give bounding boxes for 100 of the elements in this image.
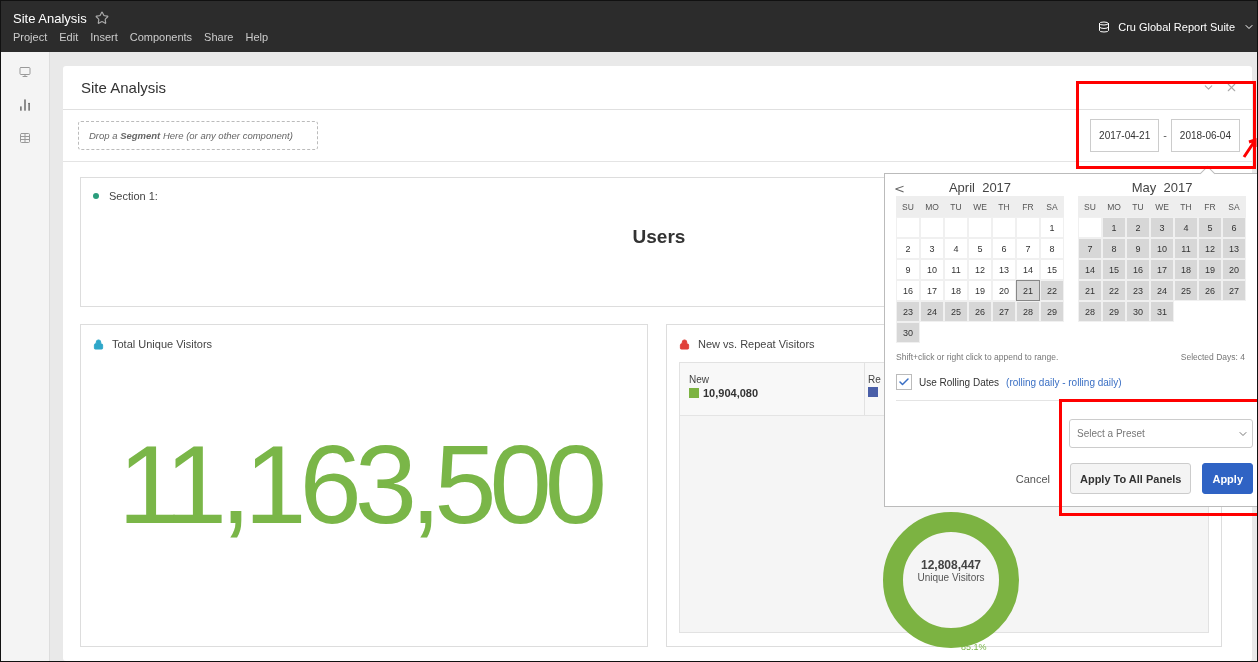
weekday-label: SA (1222, 196, 1246, 217)
calendar-day[interactable]: 26 (1198, 280, 1222, 301)
calendar-day[interactable]: 3 (1150, 217, 1174, 238)
calendar-day[interactable]: 4 (1174, 217, 1198, 238)
calendar-day[interactable]: 26 (968, 301, 992, 322)
status-dot (93, 193, 99, 199)
calendar-day[interactable]: 6 (1222, 217, 1246, 238)
calendar-day[interactable]: 22 (1040, 280, 1064, 301)
month-title: May 2017 (1131, 180, 1193, 196)
calendar-day[interactable]: 13 (1222, 238, 1246, 259)
calendar-day[interactable]: 5 (968, 238, 992, 259)
calendar-day[interactable]: 10 (920, 259, 944, 280)
calendar-day[interactable]: 3 (920, 238, 944, 259)
calendar-day[interactable]: 22 (1102, 280, 1126, 301)
calendar-day[interactable]: 8 (1102, 238, 1126, 259)
calendar-day[interactable]: 25 (944, 301, 968, 322)
panel-icon[interactable] (19, 66, 31, 78)
calendar-day[interactable]: 30 (896, 322, 920, 343)
menu-item[interactable]: Components (129, 30, 193, 43)
weekday-label: TU (1126, 196, 1150, 217)
apply-button[interactable]: Apply (1202, 463, 1253, 494)
menu-item[interactable]: Edit (59, 30, 79, 43)
calendar-day[interactable]: 1 (1040, 217, 1064, 238)
calendar-day[interactable]: 28 (1016, 301, 1040, 322)
calendar-day[interactable]: 11 (1174, 238, 1198, 259)
section-heading: Users (632, 226, 686, 248)
calendar-day[interactable]: 4 (944, 238, 968, 259)
calendar-day[interactable]: 1 (1102, 217, 1126, 238)
calendar-day[interactable]: 20 (992, 280, 1016, 301)
calendar-day[interactable]: 8 (1040, 238, 1064, 259)
weekday-label: TH (1174, 196, 1198, 217)
calendar-day[interactable]: 25 (1174, 280, 1198, 301)
calendar-day[interactable]: 7 (1016, 238, 1040, 259)
calendar-day[interactable]: 2 (1126, 217, 1150, 238)
bar-chart-icon[interactable] (18, 98, 32, 112)
calendar-day[interactable]: 12 (1198, 238, 1222, 259)
cancel-button[interactable]: Cancel (1006, 463, 1059, 494)
calendar-day[interactable]: 17 (1150, 259, 1174, 280)
calendar-day[interactable]: 23 (896, 301, 920, 322)
range-hint: Shift+click or right click to append to range. (896, 352, 1059, 362)
start-date-field[interactable]: 2017-04-21 (1090, 119, 1160, 152)
calendar-day[interactable]: 21 (1078, 280, 1102, 301)
menu-item[interactable]: Share (204, 30, 234, 43)
weekday-label: TU (944, 196, 968, 217)
calendar-day[interactable]: 24 (1150, 280, 1174, 301)
report-suite[interactable]: Cru Global Report Suite (1118, 20, 1235, 33)
calendar-day[interactable]: 12 (968, 259, 992, 280)
card-title: Total Unique Visitors (112, 338, 213, 350)
calendar-day[interactable]: 10 (1150, 238, 1174, 259)
project-title: Site Analysis (13, 10, 87, 26)
apply-all-button[interactable]: Apply To All Panels (1069, 463, 1192, 494)
calendar-day[interactable]: 18 (1174, 259, 1198, 280)
calendar-day[interactable]: 31 (1150, 301, 1174, 322)
calendar-day[interactable]: 19 (1198, 259, 1222, 280)
previous-month-button[interactable]: < (894, 182, 905, 196)
calendar-day[interactable]: 11 (944, 259, 968, 280)
calendar-day[interactable]: 5 (1198, 217, 1222, 238)
calendar-day[interactable]: 18 (944, 280, 968, 301)
calendar-day[interactable]: 9 (1126, 238, 1150, 259)
calendar-day[interactable]: 6 (992, 238, 1016, 259)
calendar-day[interactable]: 24 (920, 301, 944, 322)
calendar-day[interactable]: 20 (1222, 259, 1246, 280)
rolling-checkbox[interactable] (896, 374, 912, 390)
preset-dropdown[interactable]: Select a Preset (1069, 419, 1253, 448)
legend-label: New (689, 374, 709, 385)
menu-item[interactable]: Project (13, 30, 48, 43)
calendar-day[interactable]: 9 (896, 259, 920, 280)
menu-item[interactable]: Insert (90, 30, 118, 43)
calendar-day[interactable]: 30 (1126, 301, 1150, 322)
legend-label: Re (868, 374, 881, 385)
close-icon[interactable] (1225, 81, 1238, 94)
calendar-day[interactable]: 16 (896, 280, 920, 301)
calendar-day[interactable]: 15 (1040, 259, 1064, 280)
calendar-day[interactable]: 7 (1078, 238, 1102, 259)
calendar-day[interactable]: 14 (1078, 259, 1102, 280)
segment-drop-zone[interactable]: Drop a Segment Here (or any other component) (78, 121, 318, 150)
calendar-day[interactable]: 15 (1102, 259, 1126, 280)
calendar-day[interactable]: 23 (1126, 280, 1150, 301)
card-title: New vs. Repeat Visitors (698, 338, 815, 350)
calendar-day[interactable]: 14 (1016, 259, 1040, 280)
calendar-day[interactable]: 27 (1222, 280, 1246, 301)
calendar-day[interactable]: 21 (1016, 280, 1040, 301)
calendar-day[interactable]: 27 (992, 301, 1016, 322)
end-date-field[interactable]: 2018-06-04 (1170, 119, 1240, 152)
calendar-day[interactable]: 13 (992, 259, 1016, 280)
table-icon[interactable] (19, 132, 31, 144)
menu-item[interactable]: Help (245, 30, 269, 43)
date-separator: - (1163, 130, 1167, 141)
donut-label: Unique Visitors (917, 572, 985, 583)
weekday-label: MO (1102, 196, 1126, 217)
calendar-day[interactable]: 2 (896, 238, 920, 259)
star-icon[interactable] (94, 11, 109, 25)
calendar-day[interactable]: 29 (1102, 301, 1126, 322)
calendar-day[interactable]: 17 (920, 280, 944, 301)
calendar-day[interactable]: 29 (1040, 301, 1064, 322)
calendar-day[interactable]: 19 (968, 280, 992, 301)
calendar-day[interactable]: 16 (1126, 259, 1150, 280)
calendar-day[interactable]: 28 (1078, 301, 1102, 322)
rolling-link[interactable]: (rolling daily - rolling daily) (1006, 376, 1122, 388)
weekday-label: WE (1150, 196, 1174, 217)
